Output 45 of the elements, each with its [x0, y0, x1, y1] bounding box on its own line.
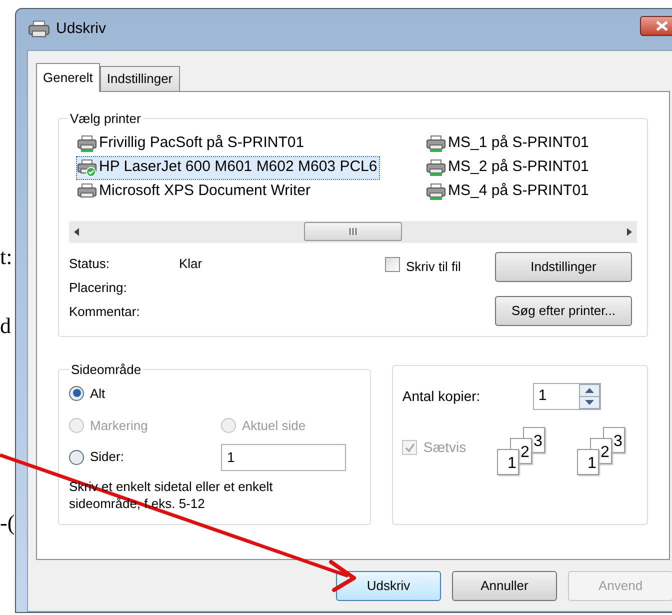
dialog-button[interactable]: Annuller — [452, 571, 557, 601]
printer-item[interactable]: Frivillig PacSoft på S-PRINT01 — [76, 132, 308, 156]
info-label: Kommentar: — [69, 303, 141, 322]
info-label: Status: — [69, 255, 110, 274]
checkbox-label: Skriv til fil — [406, 258, 461, 276]
checkbox-label: Sætvis — [423, 438, 466, 457]
action-button[interactable]: Søg efter printer... — [495, 296, 632, 326]
page-sheet: 1 — [497, 449, 520, 475]
tab[interactable]: Generelt — [36, 63, 100, 92]
page-sheet: 1 — [577, 449, 600, 475]
scroll-left-icon[interactable] — [74, 228, 79, 236]
close-icon — [656, 20, 668, 30]
copies-label: Antal kopier: — [402, 387, 482, 406]
radio-label: Aktuel side — [242, 417, 306, 435]
radio-label: Markering — [90, 417, 148, 435]
printer-item[interactable]: HP LaserJet 600 M601 M602 M603 PCL6 — [76, 156, 380, 180]
group-title: Vælg printer — [69, 110, 142, 128]
printer-item[interactable]: MS_4 på S-PRINT01 — [425, 180, 592, 204]
group-title: Sideområde — [70, 361, 142, 379]
info-label: Placering: — [69, 279, 128, 298]
scrollbar-thumb[interactable] — [304, 222, 402, 241]
close-button[interactable] — [640, 16, 672, 36]
spin-arrows-icon[interactable] — [579, 384, 600, 409]
info-value: Klar — [179, 255, 202, 274]
radio-button[interactable] — [69, 450, 84, 464]
window-title: Udskriv — [56, 19, 106, 40]
copies-spinner[interactable]: 1 — [533, 383, 602, 410]
horizontal-scrollbar[interactable] — [69, 220, 637, 242]
checkbox[interactable] — [385, 256, 400, 272]
tab[interactable]: Indstillinger — [100, 66, 180, 91]
radio-button[interactable] — [69, 386, 84, 401]
pages-field[interactable]: 1 — [221, 444, 346, 470]
printer-icon — [28, 20, 50, 40]
printer-item[interactable]: Microsoft XPS Document Writer — [76, 180, 314, 204]
radio-label: Sider: — [90, 448, 124, 466]
radio-label: Alt — [90, 384, 106, 402]
document-text: t: — [0, 246, 12, 268]
scroll-right-icon[interactable] — [627, 228, 632, 236]
document-text: d — [0, 315, 11, 337]
printer-item[interactable]: MS_2 på S-PRINT01 — [425, 156, 592, 180]
dialog-button[interactable]: Udskriv — [336, 571, 441, 601]
printer-item[interactable]: MS_1 på S-PRINT01 — [425, 132, 592, 156]
action-button[interactable]: Indstillinger — [495, 252, 632, 282]
grip-icon — [349, 228, 357, 235]
document-text: -( — [0, 512, 15, 534]
